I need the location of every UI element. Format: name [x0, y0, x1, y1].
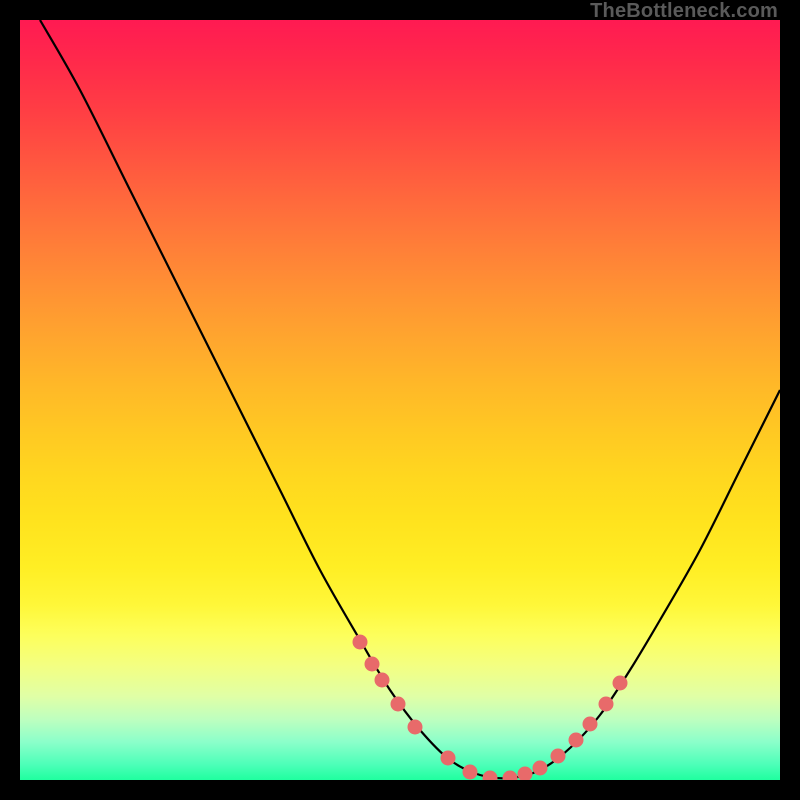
curve-dot: [375, 673, 390, 688]
curve-dot: [441, 751, 456, 766]
curve-dot: [503, 771, 518, 781]
curve-dot: [391, 697, 406, 712]
curve-dots-group: [353, 635, 628, 781]
curve-dot: [551, 749, 566, 764]
curve-dot: [599, 697, 614, 712]
curve-svg: [20, 20, 780, 780]
curve-dot: [365, 657, 380, 672]
plot-gradient-area: [20, 20, 780, 780]
curve-dot: [613, 676, 628, 691]
curve-dot: [583, 717, 598, 732]
bottleneck-curve-path: [40, 20, 780, 778]
watermark-text: TheBottleneck.com: [590, 0, 778, 23]
curve-dot: [533, 761, 548, 776]
curve-dot: [518, 767, 533, 781]
curve-dot: [483, 771, 498, 781]
chart-frame: TheBottleneck.com: [0, 0, 800, 800]
curve-dot: [408, 720, 423, 735]
curve-dot: [569, 733, 584, 748]
curve-dot: [353, 635, 368, 650]
curve-dot: [463, 765, 478, 780]
